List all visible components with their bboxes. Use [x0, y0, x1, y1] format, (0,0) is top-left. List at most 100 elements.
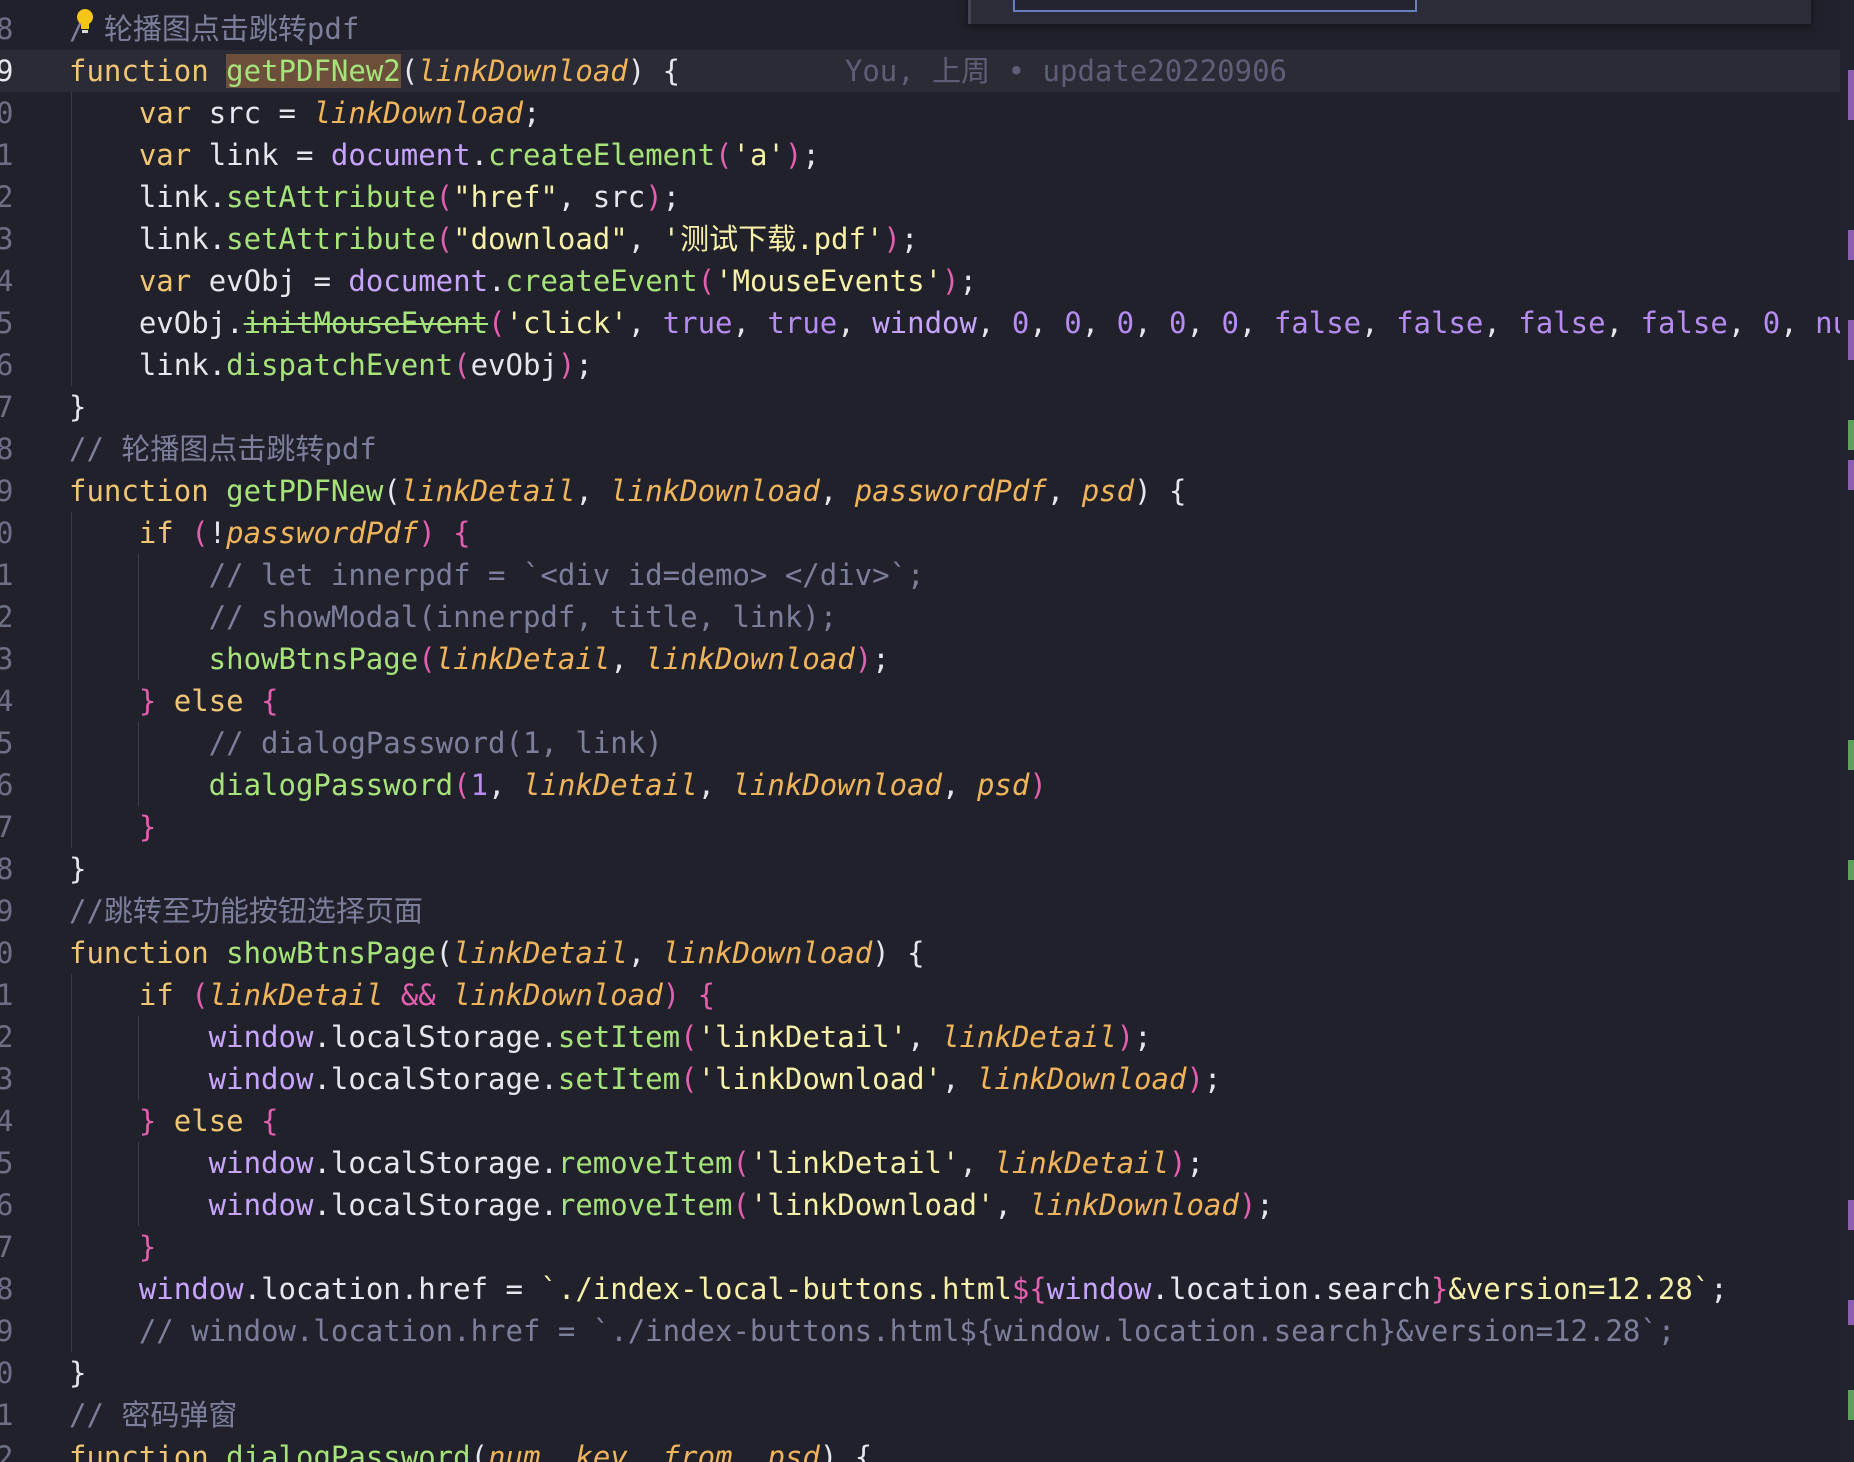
code-line[interactable]: 2 function dialogPassword(num, key, from,… [0, 1436, 1854, 1462]
code-token: document [348, 264, 489, 298]
code-token: , [627, 936, 663, 970]
line-number: 4 [0, 684, 14, 718]
line-number: 4 [0, 1104, 14, 1138]
code-token: ; [575, 348, 593, 382]
code-token: window [69, 1272, 244, 1306]
code-line[interactable]: 1 var link = document.createElement('a')… [0, 134, 1854, 176]
code-line[interactable]: 0} [0, 1352, 1854, 1394]
code-token: // dialogPassword(1, link) [69, 726, 663, 760]
code-token: from [662, 1440, 733, 1462]
code-token: . [470, 138, 489, 172]
indent-guide [71, 512, 72, 848]
code-token: ( [680, 1062, 698, 1096]
lightbulb-icon[interactable] [76, 8, 94, 36]
code-line[interactable]: 3 link.setAttribute("download", '测试下载.pd… [0, 218, 1854, 260]
code-token: ) [942, 264, 960, 298]
code-token: .localStorage. [313, 1146, 558, 1180]
code-line[interactable]: 6 dialogPassword(1, linkDetail, linkDown… [0, 764, 1854, 806]
line-number: 6 [0, 348, 14, 382]
code-token: ; [1134, 1020, 1152, 1054]
code-line[interactable]: 7 } [0, 1226, 1854, 1268]
code-token: ) [784, 138, 803, 172]
line-number: 5 [0, 726, 14, 760]
minimap-mark [1848, 70, 1854, 120]
code-line[interactable]: 4 } else { [0, 1100, 1854, 1142]
code-token: ) { [819, 1440, 873, 1462]
code-token: , [627, 306, 663, 340]
line-number: 2 [0, 1020, 14, 1054]
code-token: // window.location.href = `./index-butto… [69, 1314, 1676, 1348]
code-token: passwordPdf [854, 474, 1047, 508]
code-line[interactable]: 6 link.dispatchEvent(evObj); [0, 344, 1854, 386]
code-token: ( [488, 306, 506, 340]
code-line[interactable]: 7} [0, 386, 1854, 428]
code-line[interactable]: 9 function getPDFNew(linkDetail, linkDown… [0, 470, 1854, 512]
code-token: .localStorage. [313, 1020, 558, 1054]
code-token: showBtnsPage [226, 936, 436, 970]
code-token: ( [383, 474, 401, 508]
code-text: window.localStorage.setItem('linkDetail'… [69, 1016, 1152, 1058]
code-token: key [575, 1440, 628, 1462]
code-text: // showModal(innerpdf, title, link); [69, 596, 838, 638]
code-line[interactable]: 9 // window.location.href = `./index-but… [0, 1310, 1854, 1352]
line-number: 2 [0, 600, 14, 634]
code-line[interactable]: 5 // dialogPassword(1, link) [0, 722, 1854, 764]
code-line[interactable]: 6 window.localStorage.removeItem('linkDo… [0, 1184, 1854, 1226]
code-line[interactable]: 1 // 密码弹窗 [0, 1394, 1854, 1436]
code-token: , [1483, 306, 1519, 340]
code-token: createEvent [505, 264, 698, 298]
code-line[interactable]: 0 if (!passwordPdf) { [0, 512, 1854, 554]
code-line[interactable]: 8} [0, 848, 1854, 890]
code-token: / 轮播图点击跳转pdf [69, 12, 360, 46]
code-line[interactable]: 1 // let innerpdf = `<div id=demo> </div… [0, 554, 1854, 596]
code-token: linkDetail [435, 642, 611, 676]
code-token: , [1134, 306, 1170, 340]
line-number: 0 [0, 96, 14, 130]
code-token: else [156, 684, 262, 718]
line-number: 9 [0, 54, 14, 88]
code-text: // 密码弹窗 [69, 1394, 237, 1436]
code-line[interactable]: 7 } [0, 806, 1854, 848]
code-token: // let innerpdf = `<div id=demo> </div>`… [69, 558, 925, 592]
code-line[interactable]: 4 var evObj = document.createEvent('Mous… [0, 260, 1854, 302]
code-line[interactable]: 2 window.localStorage.setItem('linkDetai… [0, 1016, 1854, 1058]
code-line[interactable]: 9 //跳转至功能按钮选择页面 [0, 890, 1854, 932]
code-line[interactable]: 5 evObj.initMouseEvent('click', true, tr… [0, 302, 1854, 344]
code-text: // dialogPassword(1, link) [69, 722, 663, 764]
find-input[interactable] [1013, 0, 1417, 12]
code-line[interactable]: 3 showBtnsPage(linkDetail, linkDownload)… [0, 638, 1854, 680]
code-line[interactable]: 5 window.localStorage.removeItem('linkDe… [0, 1142, 1854, 1184]
code-line[interactable]: 8 window.location.href = `./index-local-… [0, 1268, 1854, 1310]
code-token: , [1361, 306, 1397, 340]
code-line[interactable]: 9 function getPDFNew2(linkDownload) { You… [0, 50, 1854, 92]
code-token: , [1727, 306, 1763, 340]
code-line[interactable]: 8 // 轮播图点击跳转pdf [0, 428, 1854, 470]
code-line[interactable]: 4 } else { [0, 680, 1854, 722]
code-token: linkDownload [418, 54, 628, 88]
code-token: ) [1169, 1146, 1187, 1180]
code-token: if [69, 516, 192, 550]
code-editor[interactable]: 8/ 轮播图点击跳转pdf 9 function getPDFNew2(linkDo… [0, 0, 1854, 1462]
code-token: { [435, 516, 471, 550]
code-text: function showBtnsPage(linkDetail, linkDo… [69, 932, 925, 974]
minimap-mark [1848, 1390, 1854, 1420]
code-token: , [942, 1062, 977, 1096]
code-line[interactable]: 0 var src = linkDownload; [0, 92, 1854, 134]
code-line[interactable]: 0 function showBtnsPage(linkDetail, linkD… [0, 932, 1854, 974]
code-line[interactable]: 3 window.localStorage.setItem('linkDownl… [0, 1058, 1854, 1100]
code-token: showBtnsPage [69, 642, 419, 676]
indent-guide [71, 974, 72, 1352]
code-token: &version=12.28` [1448, 1272, 1711, 1306]
code-line[interactable]: 2 // showModal(innerpdf, title, link); [0, 596, 1854, 638]
code-token: , [907, 1020, 942, 1054]
code-token: ( [697, 264, 716, 298]
minimap-mark [1848, 460, 1854, 490]
code-line[interactable]: 1 if (linkDetail && linkDownload) { [0, 974, 1854, 1016]
code-token: evObj = [208, 264, 349, 298]
code-line[interactable]: 2 link.setAttribute("href", src); [0, 176, 1854, 218]
find-widget[interactable] [968, 0, 1811, 24]
vertical-scrollbar[interactable] [1840, 0, 1854, 1462]
code-token: var [69, 138, 209, 172]
line-number: 2 [0, 1440, 14, 1462]
minimap-mark [1848, 230, 1854, 260]
